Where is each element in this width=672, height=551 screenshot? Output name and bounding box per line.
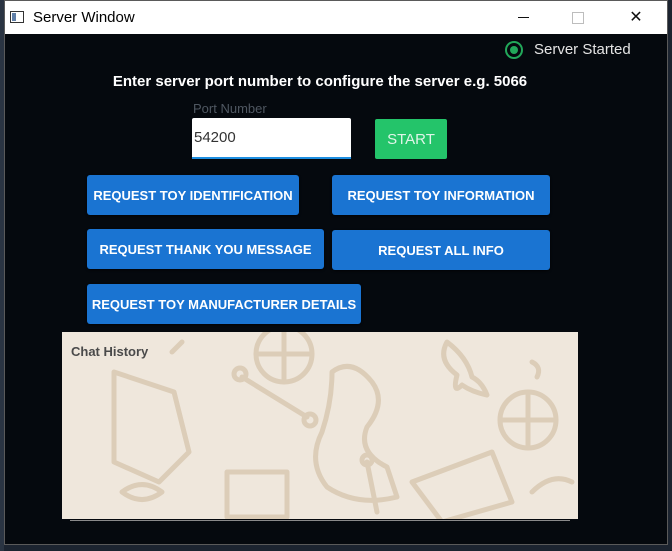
window-title: Server Window xyxy=(33,9,135,26)
start-button[interactable]: START xyxy=(375,119,447,159)
request-toy-identification-button[interactable]: REQUEST TOY IDENTIFICATION xyxy=(87,175,299,215)
server-window: Server Window ✕ Server Started Enter ser… xyxy=(4,0,668,545)
status-indicator-icon xyxy=(505,41,523,59)
request-all-info-button[interactable]: REQUEST ALL INFO xyxy=(332,230,550,270)
status-text: Server Started xyxy=(534,41,631,58)
close-button[interactable]: ✕ xyxy=(613,1,659,34)
chat-history-divider xyxy=(70,520,570,521)
close-icon: ✕ xyxy=(629,9,643,26)
request-thank-you-message-button[interactable]: REQUEST THANK YOU MESSAGE xyxy=(87,229,324,269)
minimize-button[interactable] xyxy=(500,1,546,34)
minimize-icon xyxy=(517,17,529,19)
instruction-heading: Enter server port number to configure th… xyxy=(112,73,528,90)
chat-history-title: Chat History xyxy=(71,344,149,359)
title-bar: Server Window ✕ xyxy=(5,1,667,34)
request-toy-information-button[interactable]: REQUEST TOY INFORMATION xyxy=(332,175,550,215)
port-number-input[interactable] xyxy=(192,118,351,159)
maximize-icon xyxy=(572,11,584,24)
port-number-label: Port Number xyxy=(193,101,267,116)
chat-wallpaper-doodles xyxy=(111,332,575,519)
request-toy-manufacturer-details-button[interactable]: REQUEST TOY MANUFACTURER DETAILS xyxy=(87,284,361,324)
maximize-button[interactable] xyxy=(555,1,601,34)
chat-history-panel[interactable]: Chat History xyxy=(62,332,578,519)
app-window-icon xyxy=(10,11,24,23)
